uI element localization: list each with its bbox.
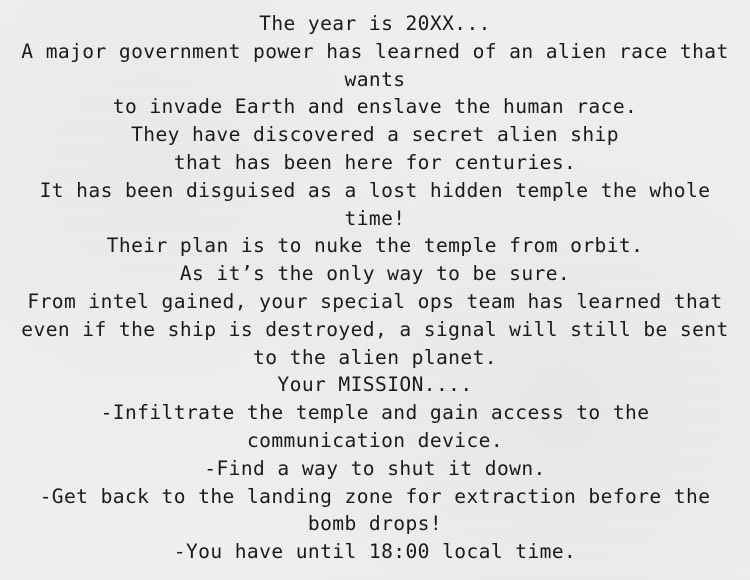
story-line: As it’s the only way to be sure. [179,262,571,286]
briefing-text: The year is 20XX... A major government p… [0,10,750,566]
objective-line: -Get back to the landing zone for extrac… [39,484,711,508]
mission-briefing-screen: The year is 20XX... A major government p… [0,0,750,580]
objective-line: communication device. [246,428,504,452]
story-line: It has been disguised as a lost hidden t… [39,178,711,202]
story-line: even if the ship is destroyed, a signal … [21,317,729,341]
mission-heading: Your MISSION.... [277,373,473,397]
objective-line: -Find a way to shut it down. [204,456,546,480]
intro-line: The year is 20XX... [259,12,491,35]
objective-line: bomb drops! [307,512,443,536]
objective-line: -Infiltrate the temple and gain access t… [100,401,650,425]
story-line: They have discovered a secret alien ship [131,123,619,147]
story-line: to the alien planet. [253,345,497,369]
objective-line: -You have until 18:00 local time. [173,540,577,564]
story-line: wants [344,67,406,91]
story-line: A major government power has learned of … [21,39,729,63]
story-line: time! [344,206,406,230]
story-line: to invade Earth and enslave the human ra… [112,95,638,119]
story-line: Their plan is to nuke the temple from or… [106,234,644,258]
story-line: From intel gained, your special ops team… [27,289,723,313]
story-line: that has been here for centuries. [173,150,577,174]
